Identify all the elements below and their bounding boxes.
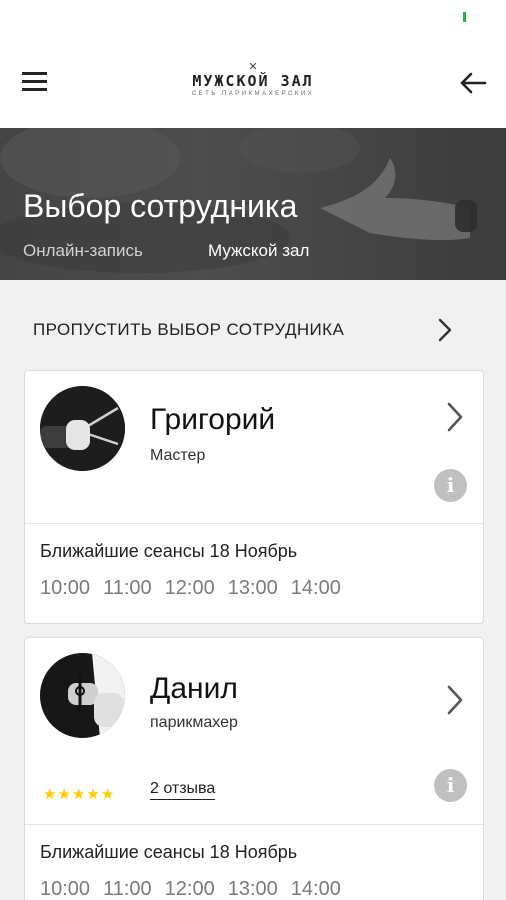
status-bar [0, 0, 506, 40]
app-bar: ✕ МУЖСКОЙ ЗАЛ СЕТЬ ПАРИКМАХЕРСКИХ [0, 40, 506, 128]
time-slot[interactable]: 13:00 [228, 577, 278, 600]
employee-name: Григорий [150, 403, 276, 436]
back-arrow-icon[interactable] [456, 66, 490, 100]
logo-title: МУЖСКОЙ ЗАЛ [192, 72, 314, 90]
time-slot[interactable]: 13:00 [228, 878, 278, 900]
scissors-mark-icon: ✕ [248, 61, 258, 73]
skip-label: ПРОПУСТИТЬ ВЫБОР СОТРУДНИКА [33, 320, 345, 339]
reviews-link[interactable]: 2 отзыва [150, 780, 216, 800]
time-slots: 10:00 11:00 12:00 13:00 14:00 [40, 878, 341, 900]
nearest-sessions-label: Ближайшие сеансы 18 Ноябрь [40, 541, 298, 561]
star-icon: ★ [43, 786, 57, 803]
status-indicator [463, 12, 466, 22]
info-icon[interactable]: i [434, 769, 467, 802]
time-slot[interactable]: 14:00 [291, 878, 341, 900]
brand-logo: ✕ МУЖСКОЙ ЗАЛ СЕТЬ ПАРИКМАХЕРСКИХ [0, 61, 506, 98]
breadcrumb-salon: Мужской зал [208, 241, 310, 260]
time-slot[interactable]: 12:00 [165, 577, 215, 600]
time-slot[interactable]: 11:00 [103, 878, 152, 900]
time-slot[interactable]: 10:00 [40, 577, 90, 600]
time-slot[interactable]: 14:00 [291, 577, 341, 600]
avatar [40, 386, 125, 471]
employee-card[interactable]: Данил парикмахер ★ ★ ★ ★ ★ 2 отзыва i Бл… [24, 637, 484, 900]
page-title: Выбор сотрудника [23, 188, 298, 224]
employee-role: Мастер [150, 447, 206, 464]
logo-subtitle: СЕТЬ ПАРИКМАХЕРСКИХ [191, 91, 315, 97]
time-slots: 10:00 11:00 12:00 13:00 14:00 [40, 577, 341, 600]
nearest-sessions-label: Ближайшие сеансы 18 Ноябрь [40, 842, 298, 862]
time-slot[interactable]: 10:00 [40, 878, 90, 900]
star-icon: ★ [57, 786, 71, 803]
skip-employee-selection[interactable]: ПРОПУСТИТЬ ВЫБОР СОТРУДНИКА [0, 300, 506, 358]
avatar [40, 653, 125, 738]
info-icon[interactable]: i [434, 469, 467, 502]
chevron-right-icon [438, 318, 452, 342]
time-slot[interactable]: 12:00 [165, 878, 215, 900]
employee-role: парикмахер [150, 714, 238, 731]
employee-card[interactable]: Григорий Мастер i Ближайшие сеансы 18 Но… [24, 370, 484, 624]
hero-banner: Выбор сотрудника Онлайн-запись Мужской з… [0, 128, 506, 280]
divider [25, 523, 483, 524]
chevron-right-icon [447, 685, 463, 715]
rating-stars: ★ ★ ★ ★ ★ [43, 787, 114, 803]
divider [25, 824, 483, 825]
star-icon: ★ [86, 786, 100, 803]
chevron-right-icon [447, 402, 463, 432]
breadcrumb-online-booking: Онлайн-запись [23, 241, 143, 260]
star-icon: ★ [71, 786, 86, 803]
employee-name: Данил [150, 672, 238, 705]
time-slot[interactable]: 11:00 [103, 577, 152, 600]
star-icon: ★ [100, 786, 115, 803]
